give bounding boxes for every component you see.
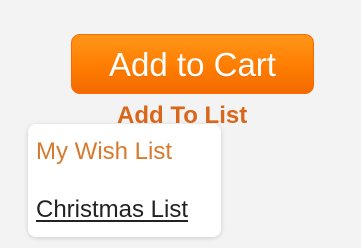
add-to-list-dropdown: My Wish List Christmas List — [28, 124, 221, 237]
list-item-my-wish-list[interactable]: My Wish List — [36, 137, 172, 167]
add-to-cart-button[interactable]: Add to Cart — [71, 34, 314, 94]
list-item-christmas-list[interactable]: Christmas List — [36, 195, 188, 225]
